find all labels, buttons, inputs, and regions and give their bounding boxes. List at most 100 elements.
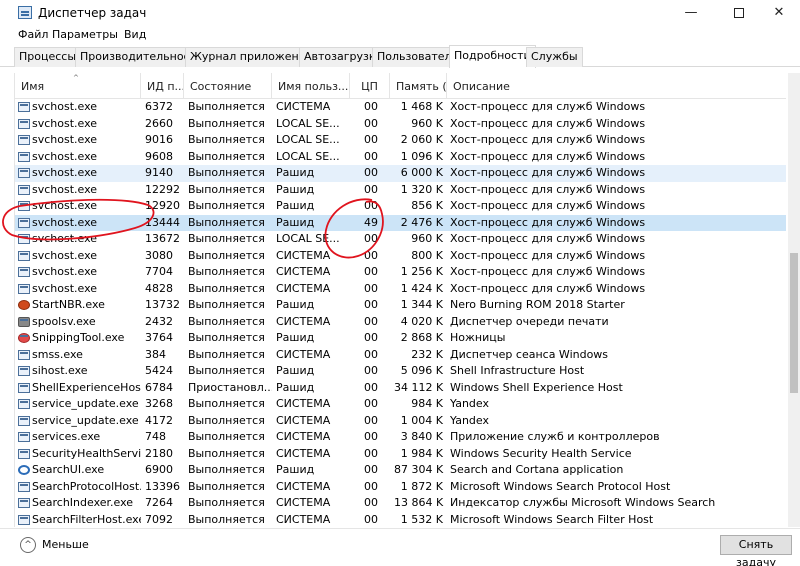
menu-view[interactable]: Вид <box>124 28 146 41</box>
minimize-button[interactable]: — <box>668 0 714 26</box>
table-row[interactable]: spoolsv.exe 2432 Выполняется СИСТЕМА 00 4 020… <box>15 314 786 331</box>
process-memory: 232 K <box>411 347 443 361</box>
table-row[interactable]: SearchProtocolHost.... 13396 Выполняется СИ… <box>15 479 786 496</box>
vertical-scrollbar[interactable] <box>788 73 800 527</box>
process-state: Выполняется <box>188 314 265 328</box>
process-memory: 1 096 K <box>400 149 443 163</box>
process-pid: 7264 <box>145 496 173 509</box>
column-header-cpu[interactable]: ЦП <box>350 73 390 99</box>
process-description: Ножницы <box>450 331 506 344</box>
table-row[interactable]: svchost.exe 12292 Выполняется Рашид 00 1 320 … <box>15 182 786 199</box>
fewer-details-link[interactable]: Меньше <box>42 538 89 551</box>
table-row[interactable]: svchost.exe 3080 Выполняется СИСТЕМА 00 800 K… <box>15 248 786 265</box>
process-cpu: 00 <box>364 331 378 344</box>
process-description: Хост-процесс для служб Windows <box>450 248 646 262</box>
process-user: СИСТЕМА <box>276 281 331 295</box>
process-user: LOCAL SE... <box>276 232 340 245</box>
close-button[interactable]: ✕ <box>756 0 800 26</box>
process-user: СИСТЕМА <box>276 347 331 361</box>
process-state: Выполняется <box>188 166 265 179</box>
process-cpu: 00 <box>364 199 378 212</box>
table-row[interactable]: svchost.exe 9608 Выполняется LOCAL SE... 00 1… <box>15 149 786 166</box>
table-row[interactable]: svchost.exe 2660 Выполняется LOCAL SE... 00 9… <box>15 116 786 133</box>
process-memory: 1 532 K <box>400 512 443 526</box>
table-row[interactable]: ShellExperienceHost... 6784 Приостановл...… <box>15 380 786 397</box>
process-cpu: 00 <box>364 479 378 493</box>
table-row[interactable]: service_update.exe 3268 Выполняется СИСТЕМА… <box>15 396 786 413</box>
process-user: СИСТЕМА <box>276 413 331 427</box>
process-name: svchost.exe <box>32 232 98 245</box>
process-name: SnippingTool.exe <box>32 331 125 344</box>
scrollbar-thumb[interactable] <box>790 253 798 393</box>
process-name: svchost.exe <box>32 149 98 163</box>
process-state: Выполняется <box>188 232 265 245</box>
table-row[interactable]: service_update.exe 4172 Выполняется СИСТЕМА… <box>15 413 786 430</box>
process-description: Windows Security Health Service <box>450 446 632 460</box>
process-state: Выполняется <box>188 413 265 427</box>
table-row[interactable]: svchost.exe 4828 Выполняется СИСТЕМА 00 1 424… <box>15 281 786 298</box>
process-description: Хост-процесс для служб Windows <box>450 166 646 179</box>
table-row[interactable]: svchost.exe 13672 Выполняется LOCAL SE... 00… <box>15 231 786 248</box>
column-header-name[interactable]: Имя <box>15 73 141 99</box>
process-cpu: 00 <box>364 413 378 427</box>
process-state: Выполняется <box>188 133 265 146</box>
process-cpu: 00 <box>364 496 378 509</box>
process-user: СИСТЕМА <box>276 496 331 509</box>
process-description: Windows Shell Experience Host <box>450 380 623 394</box>
end-task-button[interactable]: Снять задачу <box>720 535 792 566</box>
process-description: Индексатор службы Microsoft Windows Sear… <box>450 496 716 509</box>
table-row[interactable]: svchost.exe 6372 Выполняется СИСТЕМА 00 1 468… <box>15 99 786 116</box>
process-pid: 4828 <box>145 281 173 295</box>
process-cpu: 00 <box>364 364 378 377</box>
table-row[interactable]: SearchIndexer.exe 7264 Выполняется СИСТЕМА 0… <box>15 495 786 512</box>
process-state: Выполняется <box>188 496 265 509</box>
table-row[interactable]: svchost.exe 7704 Выполняется СИСТЕМА 00 1 256… <box>15 264 786 281</box>
table-row[interactable]: StartNBR.exe 13732 Выполняется Рашид 00 1 344… <box>15 297 786 314</box>
tab-processes[interactable]: Процессы <box>14 47 82 67</box>
tab-services[interactable]: Службы <box>526 47 583 67</box>
process-name: SecurityHealthServic... <box>32 446 141 460</box>
process-state: Выполняется <box>188 248 265 262</box>
chevron-up-icon[interactable]: ^ <box>20 537 36 553</box>
table-row[interactable]: svchost.exe 9140 Выполняется Рашид 00 6 000 K… <box>15 165 786 182</box>
process-pid: 13444 <box>145 215 180 229</box>
window-title: Диспетчер задач <box>38 6 147 20</box>
process-pid: 9140 <box>145 166 173 179</box>
table-row[interactable]: SearchFilterHost.exe 7092 Выполняется СИСТЕ… <box>15 512 786 528</box>
table-row[interactable]: services.exe 748 Выполняется СИСТЕМА 00 3 840… <box>15 429 786 446</box>
table-row[interactable]: svchost.exe 13444 Выполняется Рашид 49 2 476 … <box>15 214 786 231</box>
process-pid: 13732 <box>145 298 180 311</box>
process-pid: 7704 <box>145 265 173 278</box>
process-cpu: 00 <box>364 248 378 262</box>
process-memory: 2 868 K <box>400 331 443 344</box>
column-header-pid[interactable]: ИД п... <box>141 73 184 99</box>
process-details-table: ^ Имя ИД п... Состояние Имя польз... ЦП … <box>14 73 786 527</box>
process-memory: 3 840 K <box>400 430 443 443</box>
process-name: svchost.exe <box>32 215 98 229</box>
process-user: Рашид <box>276 380 315 394</box>
column-header-memory[interactable]: Память (ч... <box>390 73 447 99</box>
column-header-description[interactable]: Описание <box>447 73 786 99</box>
process-pid: 12920 <box>145 199 180 212</box>
column-header-user[interactable]: Имя польз... <box>272 73 350 99</box>
table-row[interactable]: svchost.exe 12920 Выполняется Рашид 00 856 K Х… <box>15 198 786 215</box>
process-state: Выполняется <box>188 116 265 130</box>
process-user: СИСТЕМА <box>276 512 331 526</box>
process-description: Хост-процесс для служб Windows <box>450 199 646 212</box>
table-row[interactable]: SearchUI.exe 6900 Выполняется Рашид 00 87 304… <box>15 462 786 479</box>
process-memory: 1 320 K <box>400 182 443 196</box>
menu-options[interactable]: Параметры <box>52 28 118 41</box>
table-row[interactable]: SecurityHealthServic... 2180 Выполняется СИ… <box>15 446 786 463</box>
tab-details[interactable]: Подробности <box>449 45 536 68</box>
menu-file[interactable]: Файл <box>18 28 48 41</box>
table-row[interactable]: svchost.exe 9016 Выполняется LOCAL SE... 00 2… <box>15 132 786 149</box>
table-row[interactable]: sihost.exe 5424 Выполняется Рашид 00 5 096 K S… <box>15 363 786 380</box>
table-row[interactable]: SnippingTool.exe 3764 Выполняется Рашид 00 2 … <box>15 330 786 347</box>
process-pid: 3080 <box>145 248 173 262</box>
process-description: Хост-процесс для служб Windows <box>450 265 646 278</box>
close-icon: ✕ <box>773 5 785 20</box>
table-row[interactable]: smss.exe 384 Выполняется СИСТЕМА 00 232 K Дисп… <box>15 347 786 364</box>
process-name: svchost.exe <box>32 166 98 179</box>
column-header-state[interactable]: Состояние <box>184 73 272 99</box>
process-description: Хост-процесс для служб Windows <box>450 232 646 245</box>
